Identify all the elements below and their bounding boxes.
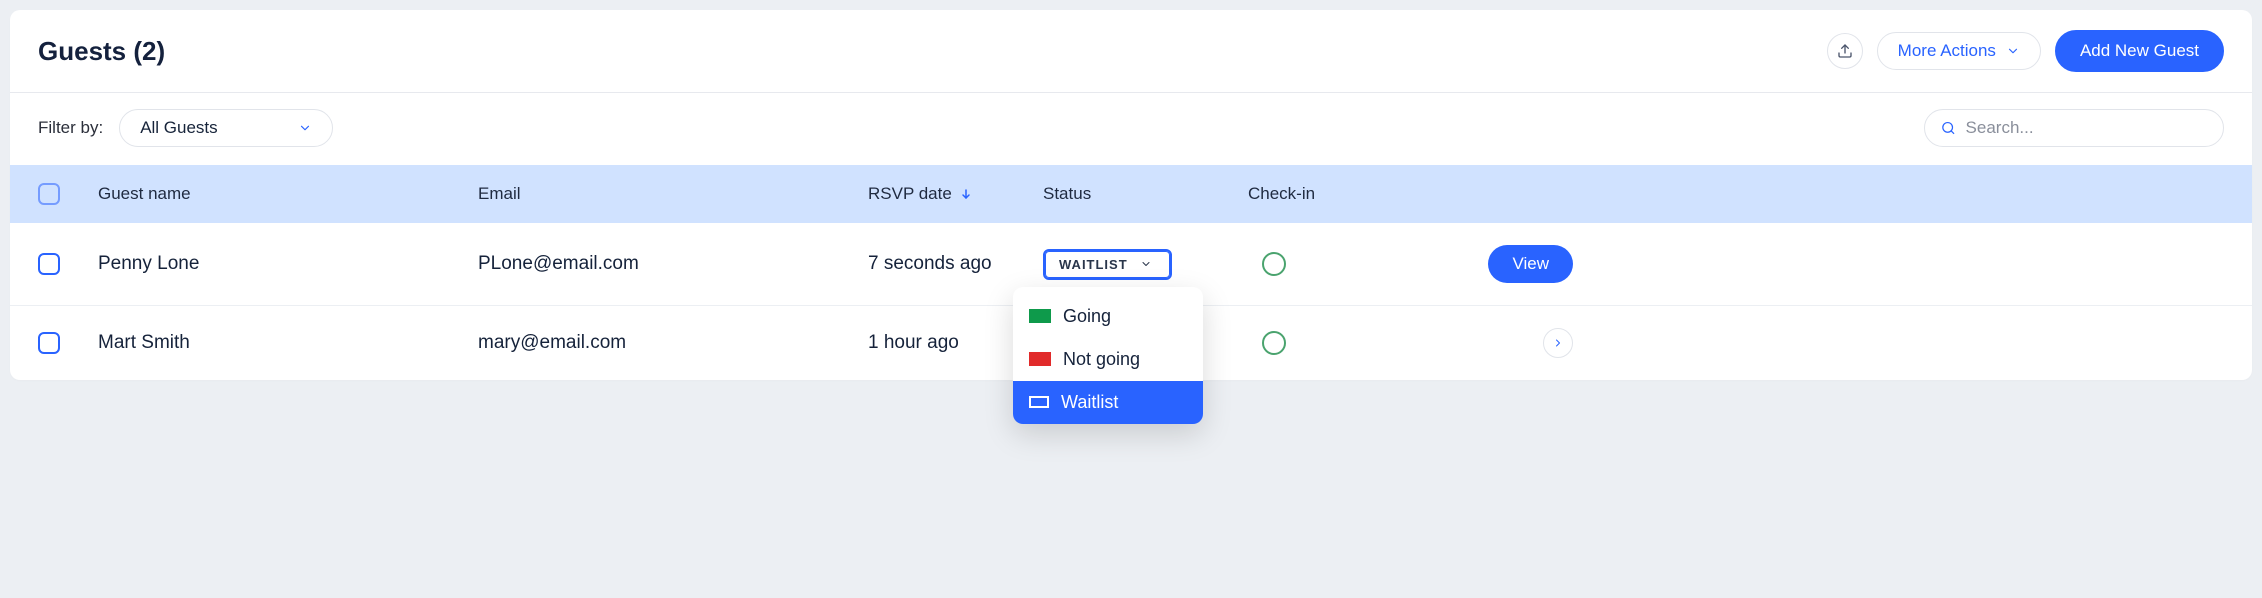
page-title: Guests (2) (38, 36, 165, 67)
filter-selected-value: All Guests (140, 118, 217, 138)
col-status[interactable]: Status (1043, 184, 1248, 204)
table-row: Penny Lone PLone@email.com 7 seconds ago… (10, 223, 2252, 306)
table-header: Guest name Email RSVP date Status Check-… (10, 165, 2252, 223)
status-swatch-waitlist (1029, 396, 1049, 408)
card-header: Guests (2) More Actions Add New Guest (10, 10, 2252, 93)
col-guest-name[interactable]: Guest name (98, 184, 478, 204)
guest-email: mary@email.com (478, 332, 868, 354)
export-button[interactable] (1827, 33, 1863, 69)
header-actions: More Actions Add New Guest (1827, 30, 2224, 72)
search-input[interactable] (1966, 118, 2207, 138)
chevron-down-icon (1140, 258, 1152, 270)
row-checkbox[interactable] (38, 332, 60, 354)
more-actions-button[interactable]: More Actions (1877, 32, 2041, 70)
status-swatch-not-going (1029, 352, 1051, 366)
chevron-right-icon (1552, 337, 1564, 349)
status-option-going-label: Going (1063, 306, 1111, 327)
chevron-down-icon (2006, 44, 2020, 58)
guest-name: Mart Smith (98, 332, 478, 354)
status-option-waitlist[interactable]: Waitlist (1013, 381, 1203, 424)
status-cell: WAITLIST Going Not going Waitlist (1043, 249, 1248, 280)
col-checkin[interactable]: Check-in (1248, 184, 1453, 204)
row-expand-button[interactable] (1543, 328, 1573, 358)
status-option-waitlist-label: Waitlist (1061, 392, 1118, 413)
checkin-toggle[interactable] (1262, 331, 1286, 355)
filter-select[interactable]: All Guests (119, 109, 332, 147)
status-swatch-going (1029, 309, 1051, 323)
sort-down-icon (960, 187, 972, 201)
add-guest-button[interactable]: Add New Guest (2055, 30, 2224, 72)
search-icon (1941, 120, 1956, 136)
filter-row: Filter by: All Guests (10, 93, 2252, 165)
col-rsvp-date[interactable]: RSVP date (868, 184, 1043, 204)
guests-card: Guests (2) More Actions Add New Guest Fi… (10, 10, 2252, 380)
guest-rsvp-date: 7 seconds ago (868, 253, 1043, 275)
chevron-down-icon (298, 121, 312, 135)
view-button[interactable]: View (1488, 245, 1573, 283)
col-email[interactable]: Email (478, 184, 868, 204)
row-checkbox[interactable] (38, 253, 60, 275)
guest-name: Penny Lone (98, 253, 478, 275)
select-all-checkbox[interactable] (38, 183, 60, 205)
status-option-not-going-label: Not going (1063, 349, 1140, 370)
checkin-toggle[interactable] (1262, 252, 1286, 276)
upload-icon (1837, 43, 1853, 59)
search-box[interactable] (1924, 109, 2224, 147)
add-guest-label: Add New Guest (2080, 41, 2199, 61)
more-actions-label: More Actions (1898, 41, 1996, 61)
status-option-going[interactable]: Going (1013, 295, 1203, 338)
col-rsvp-date-label: RSVP date (868, 184, 952, 204)
filter-by-label: Filter by: (38, 118, 103, 138)
status-dropdown-menu: Going Not going Waitlist (1013, 287, 1203, 424)
status-option-not-going[interactable]: Not going (1013, 338, 1203, 381)
status-value: WAITLIST (1059, 257, 1128, 272)
filter-left: Filter by: All Guests (38, 109, 333, 147)
status-dropdown-button[interactable]: WAITLIST (1043, 249, 1172, 280)
guest-email: PLone@email.com (478, 253, 868, 275)
